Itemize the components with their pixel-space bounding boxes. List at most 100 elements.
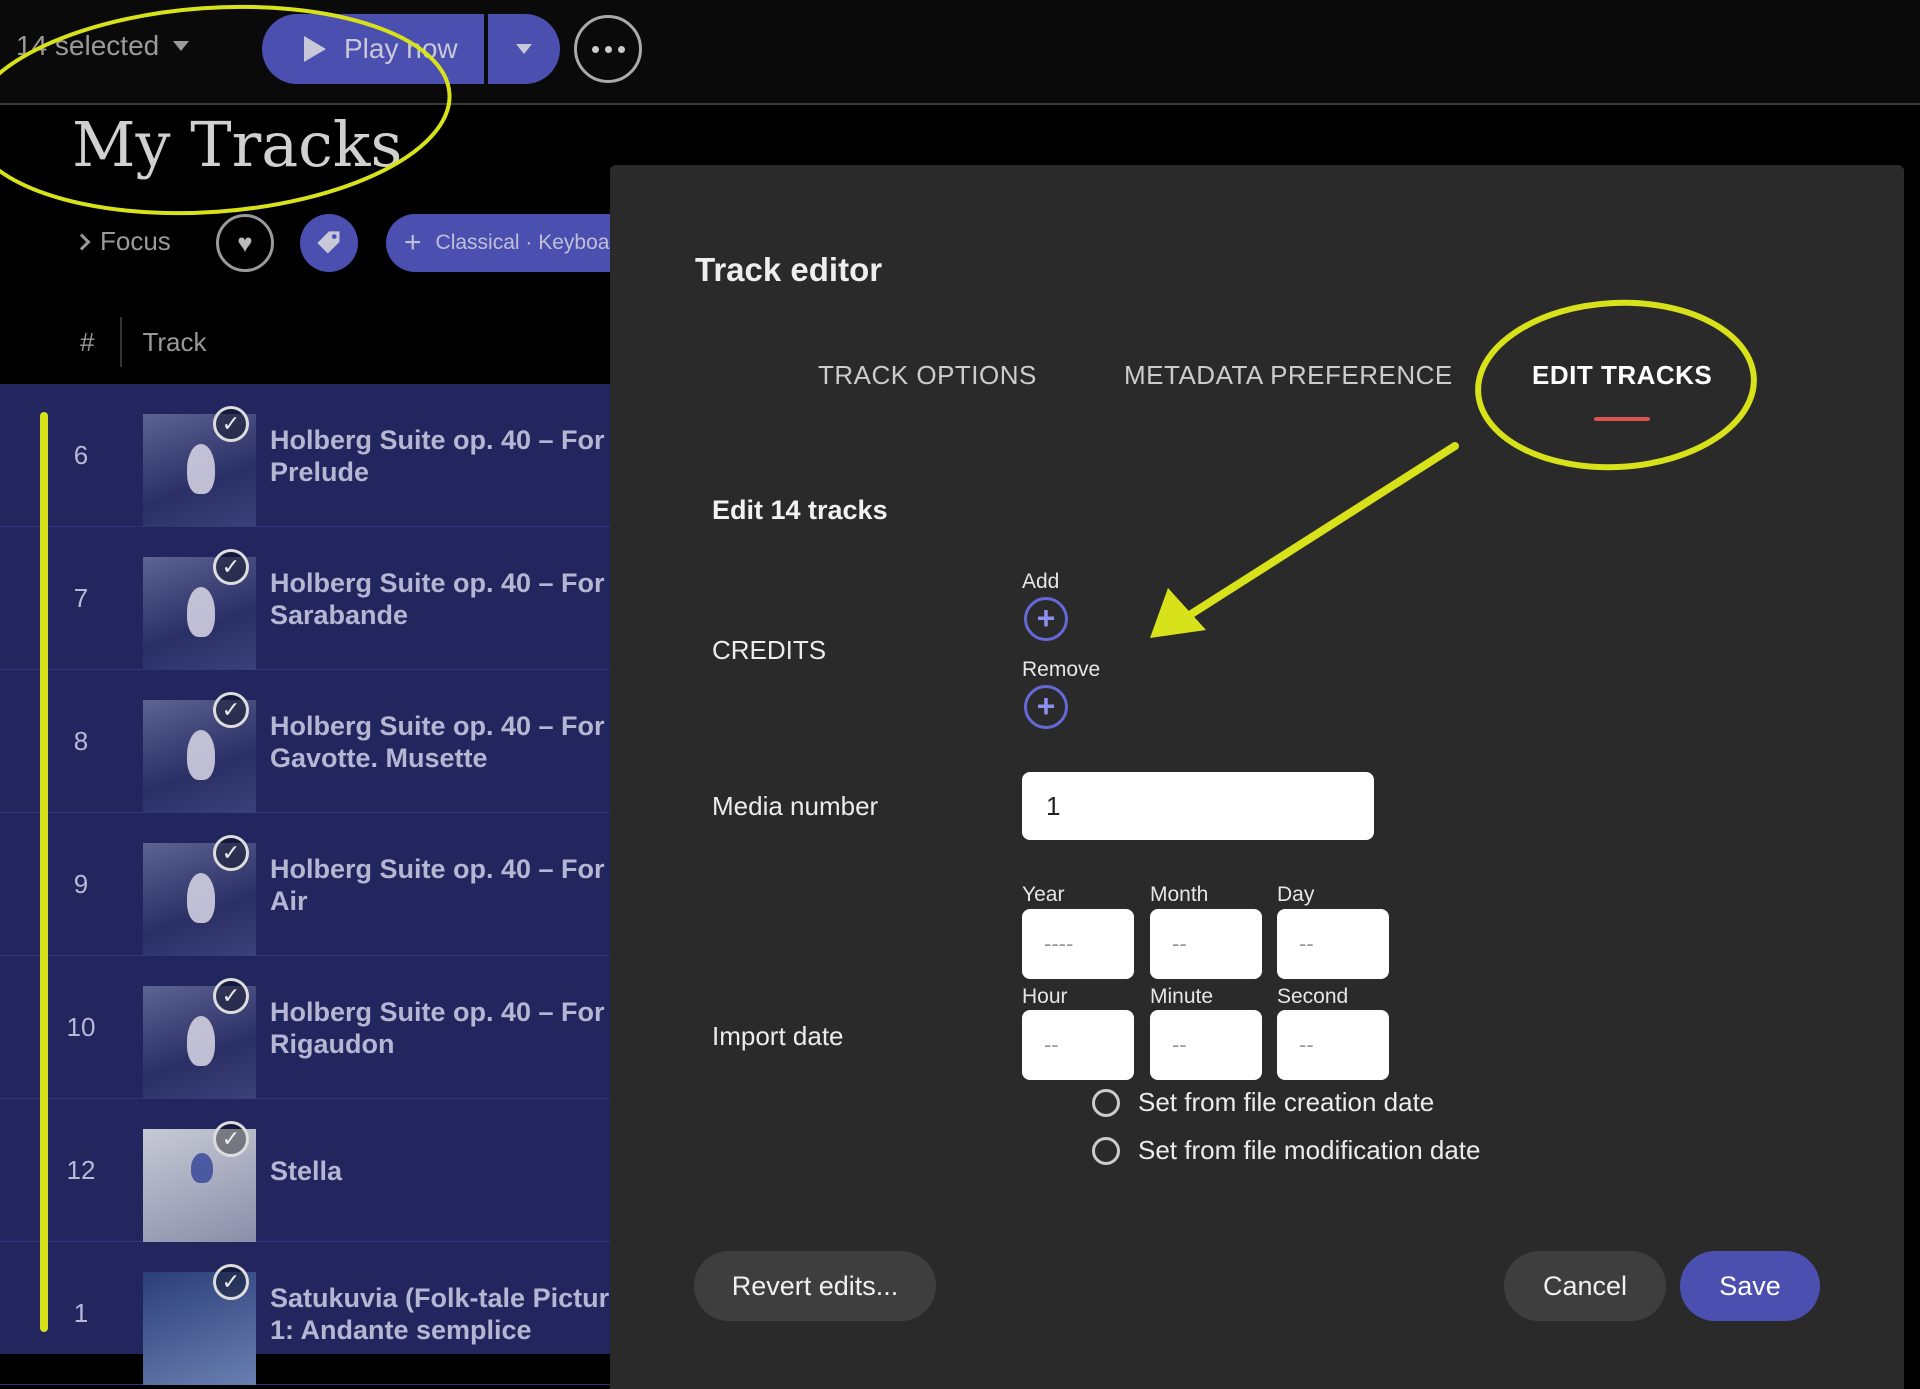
tab-edit-tracks[interactable]: EDIT TRACKS (1532, 360, 1713, 421)
table-row[interactable]: 1 ✓ Satukuvia (Folk-tale Pictures) 1: An… (0, 1242, 620, 1385)
day-input[interactable] (1277, 909, 1389, 979)
track-title-line1: Holberg Suite op. 40 – For pia (270, 567, 620, 598)
table-row[interactable]: 10 ✓ Holberg Suite op. 40 – For pia Riga… (0, 956, 620, 1099)
radio-file-creation-label: Set from file creation date (1138, 1087, 1435, 1117)
checkmark-icon[interactable]: ✓ (213, 1121, 249, 1157)
track-title-line1: Holberg Suite op. 40 – For pia (270, 710, 620, 741)
active-tab-indicator (1594, 417, 1651, 421)
add-credit-label: Add (1022, 570, 1060, 593)
genre-filter-chip[interactable]: + Classical · Keyboar (386, 214, 616, 272)
checkmark-icon[interactable]: ✓ (213, 549, 249, 585)
column-track[interactable]: Track (142, 327, 206, 358)
checkmark-icon[interactable]: ✓ (213, 1264, 249, 1300)
track-editor-dialog: Track editor TRACK OPTIONS METADATA PREF… (610, 165, 1904, 1389)
selected-count: 14 selected (16, 30, 160, 61)
track-number: 8 (73, 726, 89, 756)
track-title: Stella (270, 1099, 620, 1242)
table-row[interactable]: 12 ✓ Stella (0, 1099, 620, 1242)
annotation-highlight-bar (40, 412, 48, 1332)
table-row[interactable]: 7 ✓ Holberg Suite op. 40 – For pia Sarab… (0, 527, 620, 670)
radio-icon (1092, 1088, 1120, 1117)
dialog-tabs: TRACK OPTIONS METADATA PREFERENCE EDIT T… (610, 360, 1904, 440)
table-row[interactable]: 6 ✓ Holberg Suite op. 40 – For pia Prelu… (0, 384, 620, 527)
tab-edit-tracks-label: EDIT TRACKS (1532, 360, 1713, 390)
second-label: Second (1277, 985, 1349, 1008)
month-input[interactable] (1150, 909, 1262, 979)
focus-toggle[interactable]: Focus (73, 226, 171, 257)
hour-label: Hour (1022, 985, 1068, 1008)
album-art-figure (187, 1016, 215, 1066)
track-title: Holberg Suite op. 40 – For pia Gavotte. … (270, 670, 620, 813)
day-label: Day (1277, 883, 1315, 906)
minute-input[interactable] (1150, 1010, 1262, 1080)
checkmark-icon[interactable]: ✓ (213, 406, 249, 442)
play-options-button[interactable] (488, 14, 560, 84)
track-title-line1: Satukuvia (Folk-tale Pictures) (270, 1282, 620, 1313)
genre-chip-label: Classical · Keyboar (435, 231, 616, 254)
track-list: 6 ✓ Holberg Suite op. 40 – For pia Prelu… (0, 384, 620, 1385)
track-title-line2: Air (270, 885, 308, 916)
radio-file-modification-label: Set from file modification date (1138, 1135, 1481, 1165)
hour-input[interactable] (1022, 1010, 1134, 1080)
checkmark-icon[interactable]: ✓ (213, 692, 249, 728)
album-art-figure (187, 587, 215, 637)
table-row[interactable]: 8 ✓ Holberg Suite op. 40 – For pia Gavot… (0, 670, 620, 813)
tag-filter-button[interactable] (300, 214, 358, 272)
album-art-figure (187, 730, 215, 780)
revert-edits-button[interactable]: Revert edits... (694, 1251, 936, 1321)
track-title-line2: Gavotte. Musette (270, 742, 488, 773)
chevron-right-icon (73, 233, 91, 250)
plus-icon: + (1036, 688, 1056, 724)
track-number: 12 (66, 1155, 96, 1185)
track-title: Holberg Suite op. 40 – For pia Prelude (270, 384, 620, 527)
media-number-input[interactable] (1022, 772, 1374, 840)
add-credit-button[interactable]: + (1024, 597, 1068, 641)
checkmark-icon[interactable]: ✓ (213, 835, 249, 871)
cancel-button[interactable]: Cancel (1504, 1251, 1666, 1321)
checkmark-icon[interactable]: ✓ (213, 978, 249, 1014)
chevron-down-icon (516, 44, 532, 54)
album-art-figure (187, 444, 215, 494)
play-icon (304, 36, 326, 62)
credits-label: CREDITS (712, 635, 827, 665)
track-title-line1: Stella (270, 1155, 343, 1186)
more-options-button[interactable] (574, 15, 642, 83)
column-header: # Track (0, 312, 620, 372)
year-input[interactable] (1022, 909, 1134, 979)
tab-track-options[interactable]: TRACK OPTIONS (818, 360, 1037, 391)
remove-credit-button[interactable]: + (1024, 685, 1068, 729)
selection-dropdown[interactable]: 14 selected (16, 30, 190, 62)
track-number: 1 (73, 1298, 89, 1328)
heart-icon: ♥ (237, 227, 253, 258)
radio-file-modification-date[interactable]: Set from file modification date (1092, 1135, 1481, 1166)
ellipsis-icon (591, 45, 599, 53)
dialog-title: Track editor (695, 251, 883, 288)
plus-icon: + (1036, 600, 1056, 636)
track-title-line2: Rigaudon (270, 1028, 395, 1059)
track-title: Satukuvia (Folk-tale Pictures) 1: Andant… (270, 1242, 620, 1385)
track-number: 9 (73, 869, 89, 899)
column-number[interactable]: # (80, 327, 94, 358)
play-now-button[interactable]: Play now (262, 14, 484, 84)
track-number: 10 (66, 1012, 96, 1042)
year-label: Year (1022, 883, 1065, 906)
track-title-line2: Prelude (270, 456, 370, 487)
chevron-down-icon (173, 41, 190, 51)
ellipsis-dot (617, 45, 625, 53)
album-art-figure (191, 1153, 213, 1183)
ellipsis-dot (604, 45, 612, 53)
table-row[interactable]: 9 ✓ Holberg Suite op. 40 – For pia Air (0, 813, 620, 956)
track-title-line2: Sarabande (270, 599, 409, 630)
column-divider (120, 317, 123, 367)
tab-metadata-preference[interactable]: METADATA PREFERENCE (1124, 360, 1453, 391)
plus-icon: + (404, 226, 422, 259)
second-input[interactable] (1277, 1010, 1389, 1080)
page-title: My Tracks (72, 108, 403, 181)
radio-file-creation-date[interactable]: Set from file creation date (1092, 1087, 1434, 1118)
track-title-line2: 1: Andante semplice (270, 1314, 532, 1345)
focus-label: Focus (100, 226, 171, 256)
favorite-filter-button[interactable]: ♥ (216, 214, 274, 272)
save-button[interactable]: Save (1680, 1251, 1820, 1321)
album-art-figure (187, 873, 215, 923)
track-title-line1: Holberg Suite op. 40 – For pia (270, 853, 620, 884)
